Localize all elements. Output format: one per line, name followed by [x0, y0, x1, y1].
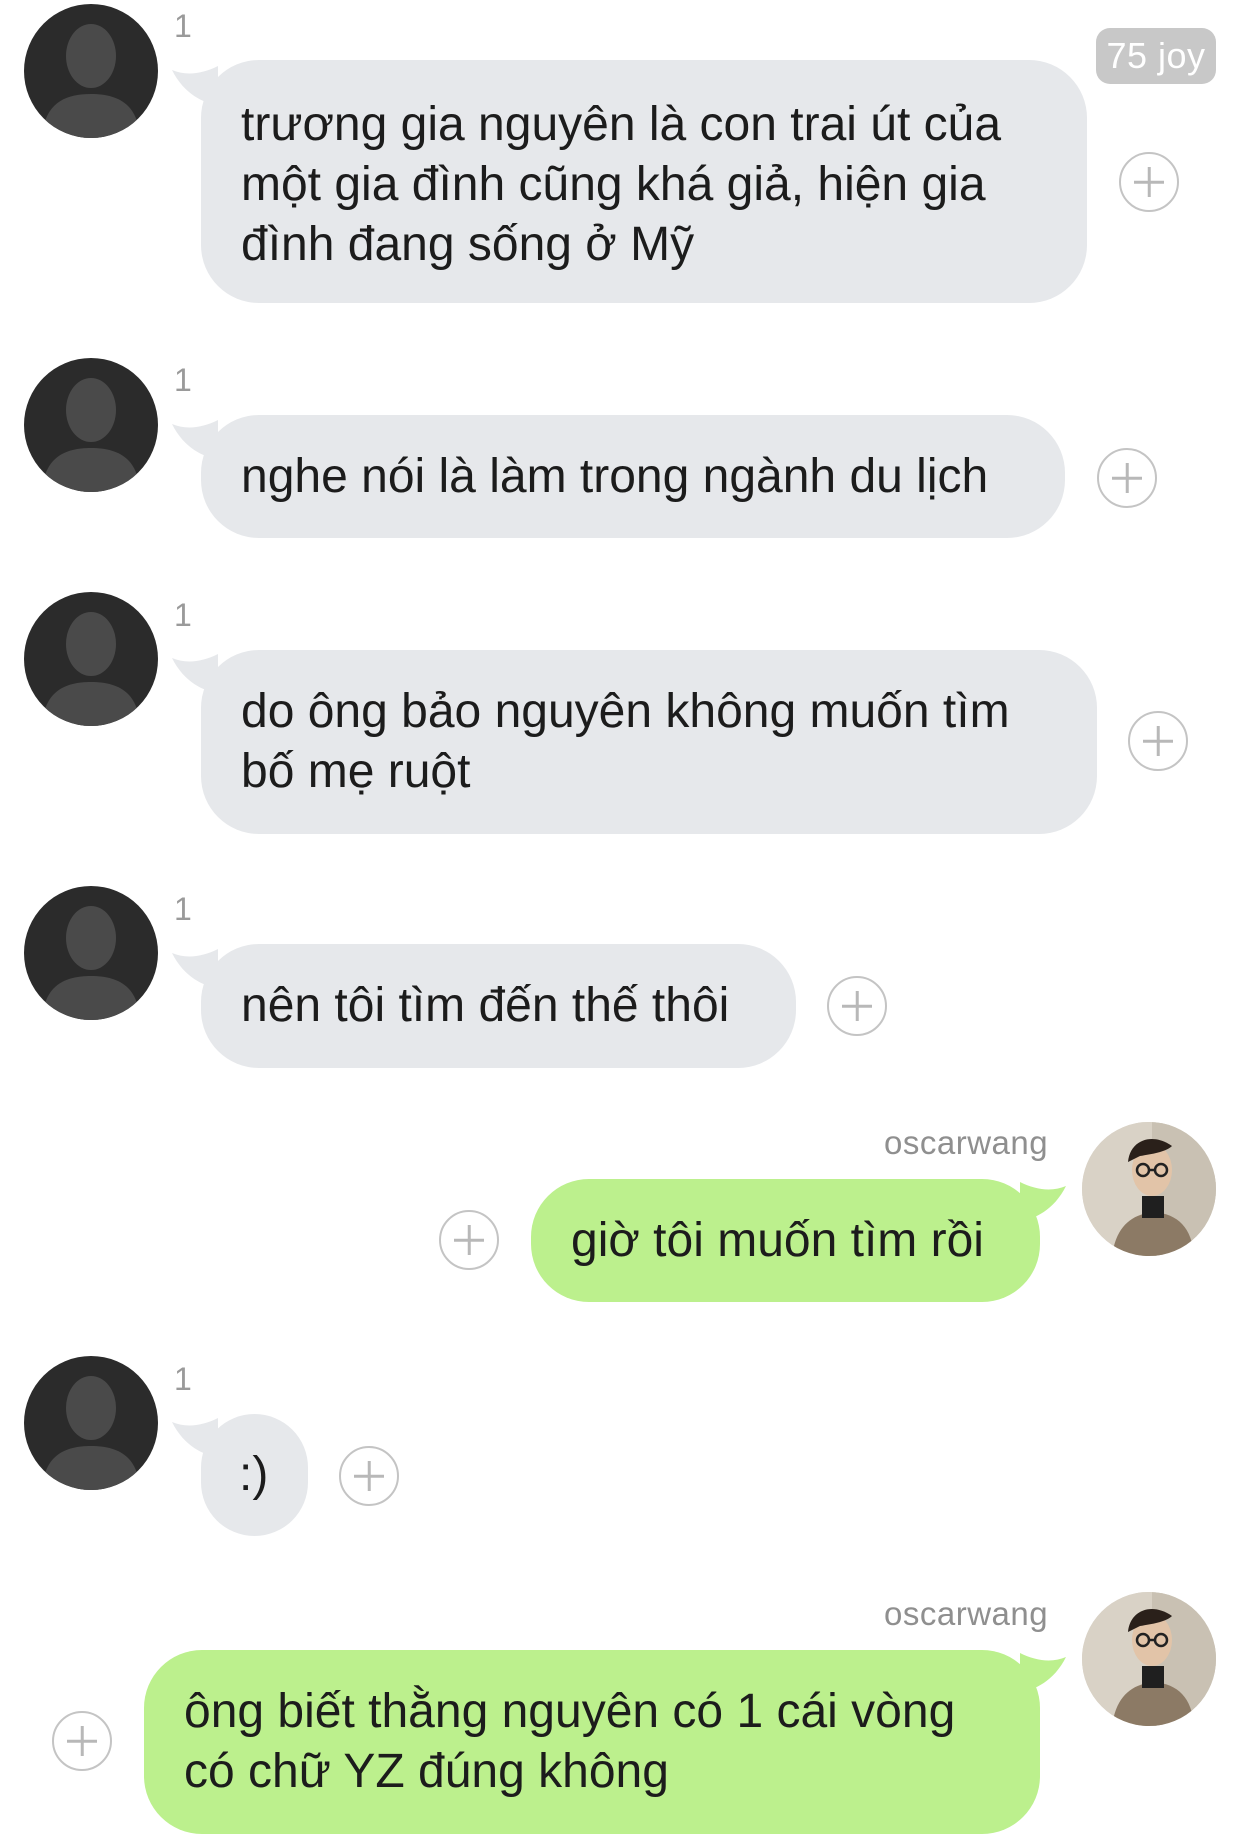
message-bubble[interactable]: nên tôi tìm đến thế thôi: [201, 944, 796, 1068]
profile-photo: [1082, 1122, 1216, 1256]
message-text: trương gia nguyên là con trai út của một…: [241, 98, 1002, 271]
message-text: ông biết thằng nguyên có 1 cái vòng có c…: [184, 1685, 956, 1798]
read-count: 1: [174, 891, 192, 927]
message-bubble[interactable]: :): [201, 1414, 308, 1536]
contact-avatar[interactable]: [24, 592, 158, 726]
add-reaction-button[interactable]: [1128, 711, 1188, 771]
message-text: do ông bảo nguyên không muốn tìm bố mẹ r…: [241, 685, 1010, 798]
person-silhouette-icon: [42, 24, 140, 138]
contact-avatar[interactable]: [24, 886, 158, 1020]
message-bubble[interactable]: giờ tôi muốn tìm rồi: [531, 1179, 1040, 1302]
person-silhouette-icon: [42, 906, 140, 1020]
add-reaction-button[interactable]: [439, 1210, 499, 1270]
read-count: 1: [174, 8, 192, 44]
add-reaction-button[interactable]: [52, 1711, 112, 1771]
add-reaction-button[interactable]: [1097, 448, 1157, 508]
person-silhouette-icon: [42, 378, 140, 492]
counter-badge[interactable]: 75 joy: [1096, 28, 1216, 84]
chat-view: 75 joy 1 trương gia nguyên là con trai ú…: [0, 0, 1242, 1840]
contact-avatar[interactable]: [24, 1356, 158, 1490]
read-count: 1: [174, 1361, 192, 1397]
add-reaction-button[interactable]: [339, 1446, 399, 1506]
add-reaction-button[interactable]: [1119, 152, 1179, 212]
read-count: 1: [174, 597, 192, 633]
message-bubble[interactable]: nghe nói là làm trong ngành du lịch: [201, 415, 1065, 538]
person-silhouette-icon: [42, 612, 140, 726]
message-text: nên tôi tìm đến thế thôi: [241, 979, 730, 1032]
message-bubble[interactable]: ông biết thằng nguyên có 1 cái vòng có c…: [144, 1650, 1040, 1834]
user-avatar[interactable]: [1082, 1122, 1216, 1256]
contact-avatar[interactable]: [24, 358, 158, 492]
contact-avatar[interactable]: [24, 4, 158, 138]
user-avatar[interactable]: [1082, 1592, 1216, 1726]
message-text: nghe nói là làm trong ngành du lịch: [241, 450, 989, 503]
message-text: giờ tôi muốn tìm rồi: [571, 1214, 984, 1267]
read-count: 1: [174, 362, 192, 398]
sender-name: oscarwang: [884, 1124, 1049, 1161]
add-reaction-button[interactable]: [827, 976, 887, 1036]
person-silhouette-icon: [42, 1376, 140, 1490]
message-bubble[interactable]: do ông bảo nguyên không muốn tìm bố mẹ r…: [201, 650, 1097, 834]
message-text: :): [239, 1448, 269, 1501]
sender-name: oscarwang: [884, 1595, 1049, 1632]
profile-photo: [1082, 1592, 1216, 1726]
message-bubble[interactable]: trương gia nguyên là con trai út của một…: [201, 60, 1087, 303]
